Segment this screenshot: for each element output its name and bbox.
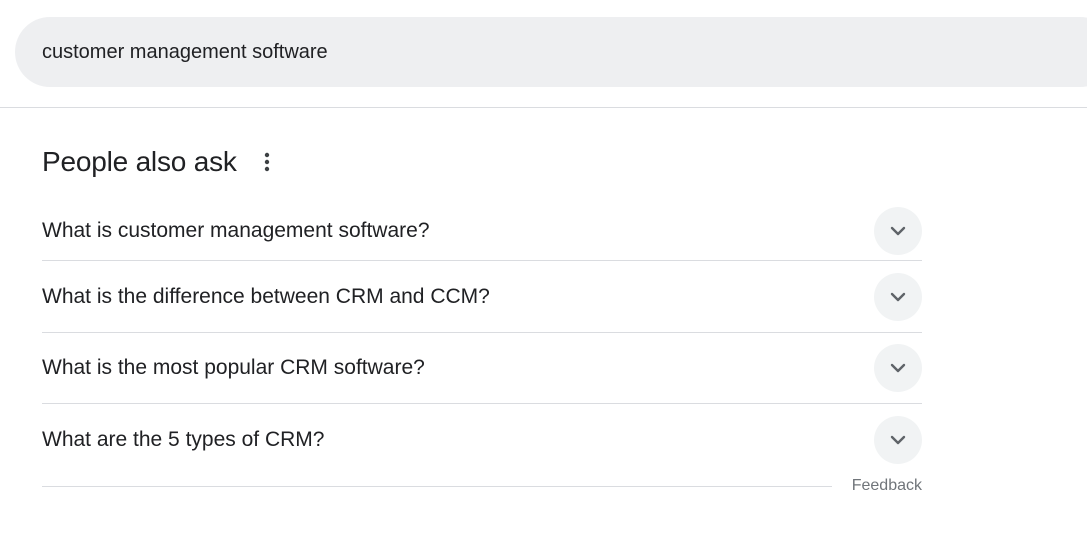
- chevron-down-icon: [890, 292, 906, 301]
- chevron-down-icon: [890, 363, 906, 373]
- divider: [42, 485, 832, 487]
- paa-title: People also ask: [42, 146, 237, 177]
- paa-header: People also ask: [42, 138, 922, 186]
- paa-question-3[interactable]: What is the most popular CRM software?: [42, 333, 922, 404]
- more-options-button[interactable]: [257, 148, 277, 176]
- paa-question-2[interactable]: What is the difference between CRM and C…: [42, 261, 922, 333]
- expand-button[interactable]: [874, 415, 922, 464]
- search-input[interactable]: [42, 32, 942, 72]
- question-text: What are the 5 types of CRM?: [42, 427, 325, 451]
- feedback-link[interactable]: Feedback: [852, 477, 922, 495]
- paa-footer: Feedback: [42, 474, 922, 498]
- question-text: What is the most popular CRM software?: [42, 356, 425, 379]
- people-also-ask: People also ask What is customer managem…: [42, 138, 922, 475]
- expand-button[interactable]: [874, 272, 922, 321]
- expand-button[interactable]: [874, 207, 922, 255]
- search-header: [0, 0, 1087, 108]
- paa-question-1[interactable]: What is customer management software?: [42, 202, 922, 261]
- chevron-down-icon: [890, 435, 906, 444]
- question-text: What is customer management software?: [42, 219, 430, 242]
- paa-list: What is customer management software? Wh…: [42, 202, 922, 475]
- question-text: What is the difference between CRM and C…: [42, 284, 490, 308]
- chevron-down-icon: [890, 226, 906, 236]
- expand-button[interactable]: [874, 344, 922, 392]
- paa-question-4[interactable]: What are the 5 types of CRM?: [42, 404, 922, 475]
- search-box[interactable]: [15, 17, 1087, 87]
- more-vert-icon: [264, 152, 269, 172]
